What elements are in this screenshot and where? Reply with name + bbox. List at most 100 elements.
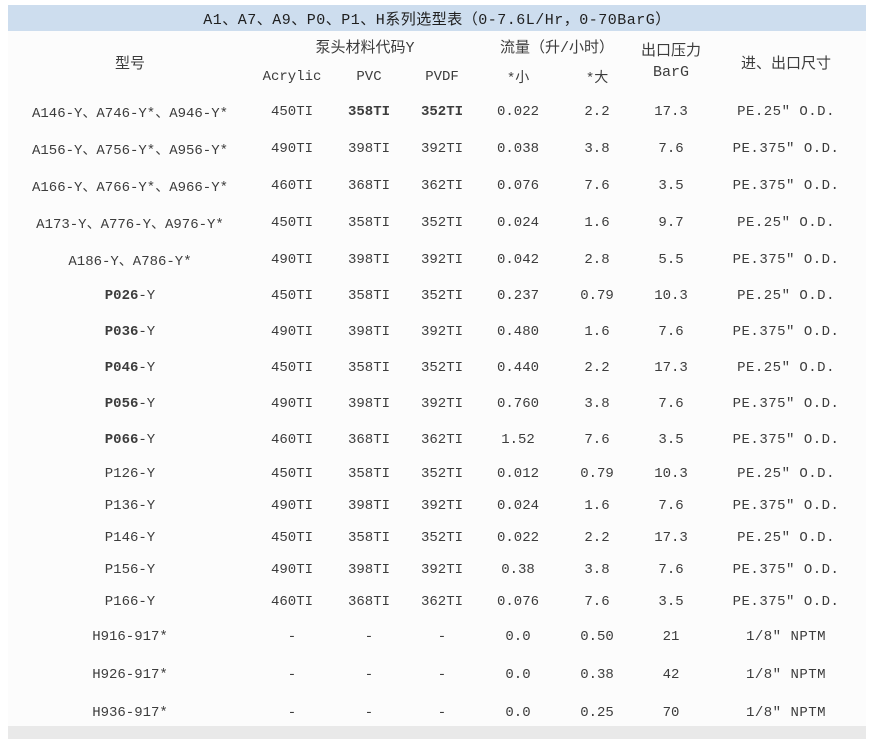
col-header-pressure-line2: BarG bbox=[636, 62, 706, 83]
model-text: -Y bbox=[138, 432, 155, 448]
acrylic-cell: 460TI bbox=[252, 422, 332, 458]
pressure-cell: 17.3 bbox=[636, 93, 706, 130]
size-cell: PE.375″ O.D. bbox=[706, 554, 866, 586]
pvc-cell: 398TI bbox=[332, 241, 406, 278]
table-row: A146-Y、A746-Y*、A946-Y*450TI358TI352TI0.0… bbox=[8, 93, 866, 130]
flow-min-cell: 0.024 bbox=[478, 490, 558, 522]
table-header: 型号 泵头材料代码Y 流量（升/小时） 出口压力 BarG 进、出口尺寸 Acr… bbox=[8, 31, 866, 93]
col-header-flow-max: *大 bbox=[558, 61, 636, 93]
col-header-size: 进、出口尺寸 bbox=[706, 31, 866, 93]
flow-min-cell: 0.012 bbox=[478, 458, 558, 490]
acrylic-cell: 490TI bbox=[252, 554, 332, 586]
size-cell: PE.25″ O.D. bbox=[706, 278, 866, 314]
pvc-cell: 358TI bbox=[332, 93, 406, 130]
acrylic-cell: 490TI bbox=[252, 386, 332, 422]
size-cell: 1/8″ NPTM bbox=[706, 656, 866, 694]
pressure-cell: 17.3 bbox=[636, 522, 706, 554]
model-text: -Y bbox=[138, 288, 155, 304]
acrylic-cell: - bbox=[252, 618, 332, 656]
flow-max-cell: 0.79 bbox=[558, 278, 636, 314]
model-text: P056 bbox=[105, 396, 139, 412]
pvc-cell: 358TI bbox=[332, 522, 406, 554]
bottom-scrollbar-track[interactable] bbox=[8, 726, 866, 739]
pvdf-cell: 352TI bbox=[406, 458, 478, 490]
table-row: P056-Y490TI398TI392TI0.7603.87.6PE.375″ … bbox=[8, 386, 866, 422]
pressure-cell: 7.6 bbox=[636, 490, 706, 522]
size-cell: PE.25″ O.D. bbox=[706, 93, 866, 130]
size-cell: PE.375″ O.D. bbox=[706, 386, 866, 422]
acrylic-cell: 450TI bbox=[252, 204, 332, 241]
pvc-cell: 358TI bbox=[332, 458, 406, 490]
selection-table-page: A1、A7、A9、P0、P1、H系列选型表（0-7.6L/Hr，0-70BarG… bbox=[0, 0, 874, 739]
size-cell: PE.25″ O.D. bbox=[706, 350, 866, 386]
model-cell: H926-917* bbox=[8, 656, 252, 694]
pvdf-cell: 392TI bbox=[406, 554, 478, 586]
model-text: -Y bbox=[138, 324, 155, 340]
model-text: H916-917* bbox=[92, 629, 168, 645]
table-row: A173-Y、A776-Y、A976-Y*450TI358TI352TI0.02… bbox=[8, 204, 866, 241]
size-cell: PE.375″ O.D. bbox=[706, 130, 866, 167]
model-cell: P136-Y bbox=[8, 490, 252, 522]
table-row: P036-Y490TI398TI392TI0.4801.67.6PE.375″ … bbox=[8, 314, 866, 350]
model-text: P136-Y bbox=[105, 498, 155, 514]
size-cell: PE.375″ O.D. bbox=[706, 241, 866, 278]
flow-min-cell: 0.076 bbox=[478, 167, 558, 204]
pressure-cell: 7.6 bbox=[636, 554, 706, 586]
pvc-cell: 358TI bbox=[332, 350, 406, 386]
size-cell: PE.375″ O.D. bbox=[706, 167, 866, 204]
model-cell: A146-Y、A746-Y*、A946-Y* bbox=[8, 93, 252, 130]
pvc-cell: - bbox=[332, 656, 406, 694]
model-text: H936-917* bbox=[92, 705, 168, 721]
flow-max-cell: 2.2 bbox=[558, 350, 636, 386]
pump-selection-table: 型号 泵头材料代码Y 流量（升/小时） 出口压力 BarG 进、出口尺寸 Acr… bbox=[8, 31, 866, 732]
pvc-cell: 358TI bbox=[332, 278, 406, 314]
model-text: P156-Y bbox=[105, 562, 155, 578]
size-cell: PE.375″ O.D. bbox=[706, 422, 866, 458]
col-header-pvc: PVC bbox=[332, 61, 406, 93]
table-row: P166-Y460TI368TI362TI0.0767.63.5PE.375″ … bbox=[8, 586, 866, 618]
model-cell: H916-917* bbox=[8, 618, 252, 656]
pvc-cell: 358TI bbox=[332, 204, 406, 241]
model-cell: P066-Y bbox=[8, 422, 252, 458]
size-cell: PE.25″ O.D. bbox=[706, 204, 866, 241]
flow-max-cell: 0.79 bbox=[558, 458, 636, 490]
pressure-cell: 42 bbox=[636, 656, 706, 694]
model-text: A146-Y、A746-Y*、A946-Y* bbox=[32, 106, 228, 122]
model-text: P146-Y bbox=[105, 530, 155, 546]
model-text: -Y bbox=[138, 360, 155, 376]
table-sheet: A1、A7、A9、P0、P1、H系列选型表（0-7.6L/Hr，0-70BarG… bbox=[8, 5, 866, 732]
pressure-cell: 7.6 bbox=[636, 314, 706, 350]
flow-max-cell: 3.8 bbox=[558, 386, 636, 422]
flow-min-cell: 0.480 bbox=[478, 314, 558, 350]
flow-min-cell: 0.0 bbox=[478, 656, 558, 694]
flow-max-cell: 2.2 bbox=[558, 93, 636, 130]
pvdf-cell: 352TI bbox=[406, 522, 478, 554]
model-text: A166-Y、A766-Y*、A966-Y* bbox=[32, 180, 228, 196]
model-cell: P126-Y bbox=[8, 458, 252, 490]
size-cell: PE.25″ O.D. bbox=[706, 522, 866, 554]
pvdf-cell: 392TI bbox=[406, 386, 478, 422]
model-cell: P166-Y bbox=[8, 586, 252, 618]
col-header-flow-min: *小 bbox=[478, 61, 558, 93]
flow-max-cell: 7.6 bbox=[558, 586, 636, 618]
model-text: -Y bbox=[138, 396, 155, 412]
acrylic-cell: 490TI bbox=[252, 130, 332, 167]
flow-min-cell: 1.52 bbox=[478, 422, 558, 458]
model-text: P066 bbox=[105, 432, 139, 448]
table-row: H926-917*---0.00.38421/8″ NPTM bbox=[8, 656, 866, 694]
model-text: P126-Y bbox=[105, 466, 155, 482]
table-row: A156-Y、A756-Y*、A956-Y*490TI398TI392TI0.0… bbox=[8, 130, 866, 167]
flow-max-cell: 0.38 bbox=[558, 656, 636, 694]
acrylic-cell: 460TI bbox=[252, 586, 332, 618]
table-title: A1、A7、A9、P0、P1、H系列选型表（0-7.6L/Hr，0-70BarG… bbox=[203, 8, 671, 29]
table-body: A146-Y、A746-Y*、A946-Y*450TI358TI352TI0.0… bbox=[8, 93, 866, 732]
flow-max-cell: 1.6 bbox=[558, 314, 636, 350]
col-header-model: 型号 bbox=[8, 31, 252, 93]
col-header-pressure: 出口压力 BarG bbox=[636, 31, 706, 93]
pvc-cell: 368TI bbox=[332, 167, 406, 204]
table-title-bar: A1、A7、A9、P0、P1、H系列选型表（0-7.6L/Hr，0-70BarG… bbox=[8, 5, 866, 31]
pvc-cell: 368TI bbox=[332, 422, 406, 458]
size-cell: 1/8″ NPTM bbox=[706, 618, 866, 656]
pvc-cell: 398TI bbox=[332, 386, 406, 422]
pressure-cell: 21 bbox=[636, 618, 706, 656]
